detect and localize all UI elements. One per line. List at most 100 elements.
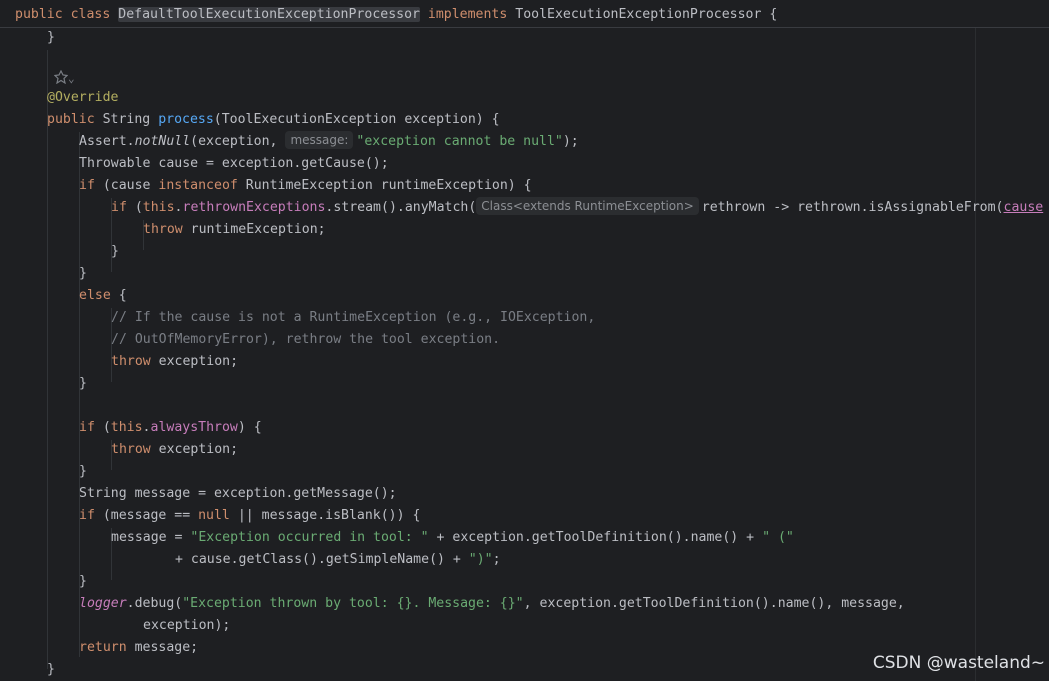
ai-assist-icon[interactable]: ⌄ (53, 69, 80, 86)
sticky-class-header[interactable]: public class DefaultToolExecutionExcepti… (0, 0, 1049, 28)
code-text: + cause.getClass().getSimpleName() + (175, 552, 469, 567)
keyword: this (142, 200, 175, 215)
code-text: , exception.getToolDefinition().name(), … (523, 596, 905, 611)
code-line: } (79, 461, 87, 483)
brace: } (79, 266, 87, 281)
indent-guide (47, 50, 48, 669)
comment: // OutOfMemoryError), rethrow the tool e… (111, 332, 501, 347)
static-field: logger (79, 596, 127, 611)
code-line: if (this.alwaysThrow) { (79, 417, 262, 439)
code-line: message = "Exception occurred in tool: "… (111, 527, 794, 549)
brace: } (79, 464, 87, 479)
code-line: String message = exception.getMessage(); (79, 483, 397, 505)
string-literal: "exception cannot be null" (356, 134, 563, 149)
keyword: public (15, 7, 63, 22)
code-text: rethrown -> rethrown.isAssignableFrom( (701, 200, 1004, 215)
code-line: } (79, 263, 87, 285)
code-line: else { (79, 285, 127, 307)
code-editor[interactable]: public class DefaultToolExecutionExcepti… (0, 0, 1049, 681)
code-text: exception; (150, 442, 239, 457)
code-text: runtimeException; (182, 222, 326, 237)
field: alwaysThrow (150, 420, 238, 435)
code-line: // OutOfMemoryError), rethrow the tool e… (111, 329, 500, 351)
keyword: implements (427, 7, 508, 22)
code-line: if (this.rethrownExceptions.stream().any… (111, 197, 1043, 219)
right-margin-guide (975, 27, 976, 681)
interface-name[interactable]: ToolExecutionExceptionProcessor (515, 7, 761, 22)
keyword: throw (143, 222, 183, 237)
code-text: (cause (94, 178, 159, 193)
code-text: ); (562, 134, 579, 149)
code-line: } (79, 571, 87, 593)
parameter-hint: message: (285, 131, 354, 149)
captured-variable: cause (1003, 200, 1044, 215)
code-text: . (142, 420, 151, 435)
keyword: return (79, 640, 127, 655)
code-text: exception; (150, 354, 239, 369)
code-line: } (111, 241, 119, 263)
code-line: } (47, 27, 55, 49)
code-line: + cause.getClass().getSimpleName() + ")"… (175, 549, 501, 571)
brace: } (79, 574, 87, 589)
code-line: public String process(ToolExecutionExcep… (47, 109, 500, 131)
keyword: if (79, 178, 95, 193)
code-line: Assert.notNull(exception, message: "excep… (79, 131, 579, 153)
static-method: notNull (134, 134, 191, 149)
code-line: return message; (79, 637, 198, 659)
code-text: .stream().anyMatch( (325, 200, 477, 215)
code-line: logger.debug("Exception thrown by tool: … (79, 593, 905, 615)
code-text: Assert. (79, 134, 135, 149)
string-literal: "Exception occurred in tool: " (190, 530, 429, 545)
watermark: CSDN @wasteland~ (872, 653, 1045, 673)
code-line: if (cause instanceof RuntimeException ru… (79, 175, 532, 197)
code-text: String message = exception.getMessage(); (79, 486, 397, 501)
code-line: // If the cause is not a RuntimeExceptio… (111, 307, 595, 329)
code-text: ; (492, 552, 501, 567)
keyword: if (111, 200, 127, 215)
keyword: else (79, 288, 111, 303)
code-text: + exception.getToolDefinition().name() + (428, 530, 763, 545)
code-text: { (110, 288, 127, 303)
code-line: if (message == null || message.isBlank()… (79, 505, 420, 527)
code-text: RuntimeException runtimeException) { (237, 178, 532, 193)
code-text: . (174, 200, 183, 215)
class-name[interactable]: DefaultToolExecutionExceptionProcessor (118, 7, 420, 22)
brace: } (111, 244, 119, 259)
string-literal: ")" (468, 552, 493, 567)
code-line: exception); (143, 615, 230, 637)
chevron-down-icon[interactable]: ⌄ (68, 72, 75, 85)
code-line: throw exception; (111, 439, 238, 461)
brace: } (47, 662, 55, 677)
code-line: @Override (47, 87, 118, 109)
brace: { (769, 7, 778, 22)
code-text: message = (111, 530, 191, 545)
comment: // If the cause is not a RuntimeExceptio… (111, 310, 596, 325)
code-text: ( (126, 200, 143, 215)
method-name[interactable]: process (158, 112, 214, 127)
code-line: } (79, 373, 87, 395)
code-text: (exception, (190, 134, 286, 149)
code-text: (message == (94, 508, 199, 523)
keyword: if (79, 508, 95, 523)
ai-assist-icon-glyph (53, 69, 69, 85)
field: rethrownExceptions (182, 200, 326, 215)
keyword: throw (111, 354, 151, 369)
code-line: throw exception; (111, 351, 238, 373)
type: String (102, 112, 151, 127)
code-text: ) { (237, 420, 262, 435)
code-line: Throwable cause = exception.getCause(); (79, 153, 389, 175)
code-text: message; (126, 640, 199, 655)
keyword: throw (111, 442, 151, 457)
string-literal: "Exception thrown by tool: {}. Message: … (182, 596, 524, 611)
type-hint: Class<extends RuntimeException> (476, 197, 699, 215)
keyword: public (47, 112, 95, 127)
keyword: this (110, 420, 143, 435)
class-declaration-line: public class DefaultToolExecutionExcepti… (15, 4, 777, 26)
keyword: if (79, 420, 95, 435)
string-literal: " (" (762, 530, 794, 545)
keyword: instanceof (158, 178, 238, 193)
keyword: class (70, 7, 111, 22)
code-line: } (47, 659, 55, 681)
code-text: || message.isBlank()) { (229, 508, 421, 523)
params: (ToolExecutionException exception) { (213, 112, 500, 127)
